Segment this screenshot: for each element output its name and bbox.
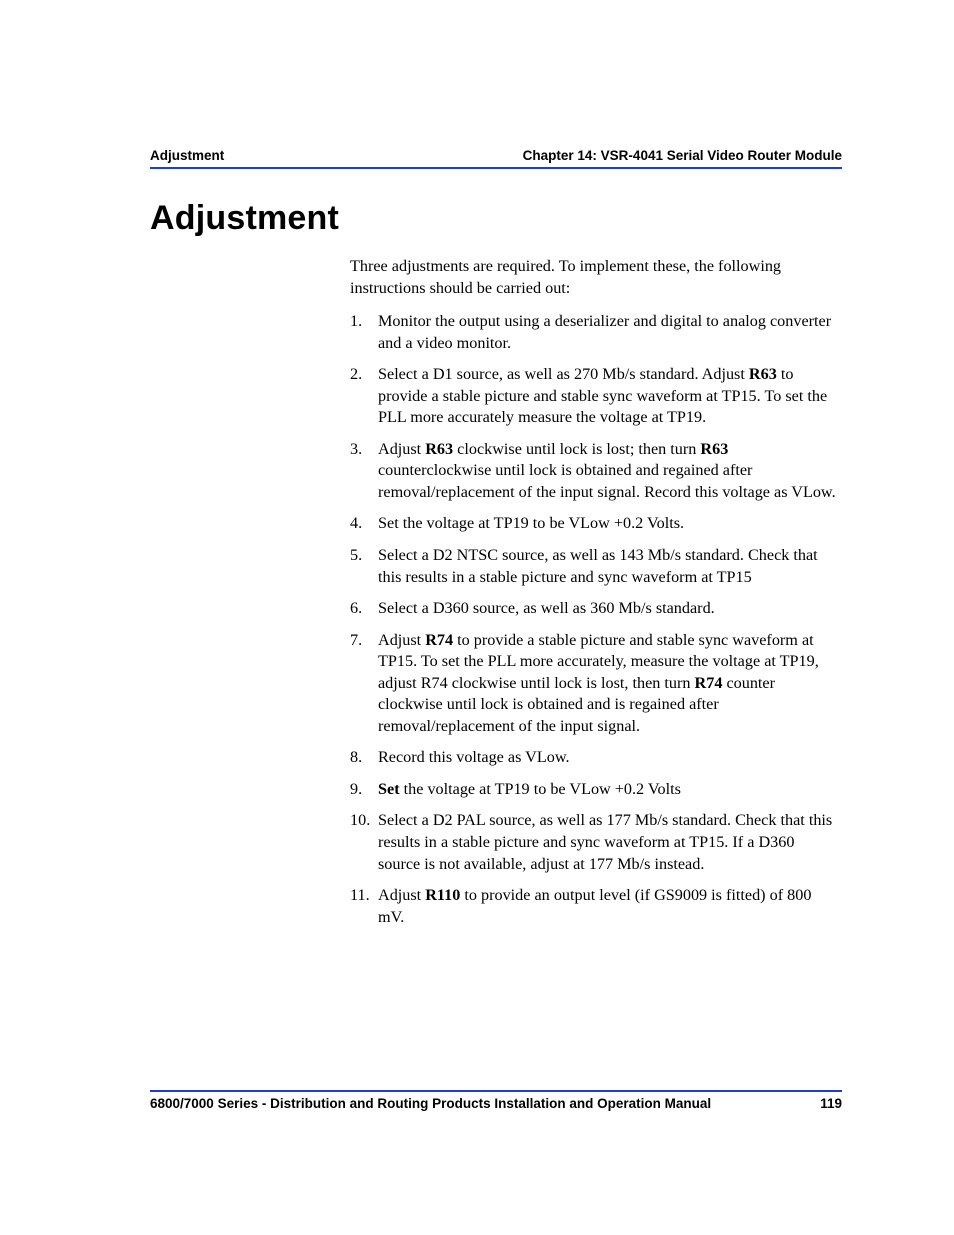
step-2: Select a D1 source, as well as 270 Mb/s … [350, 364, 840, 429]
step-7-part-4: R74 [695, 674, 723, 692]
step-10: Select a D2 PAL source, as well as 177 M… [350, 810, 840, 875]
running-header-right: Chapter 14: VSR-4041 Serial Video Router… [523, 148, 842, 163]
step-9-part-2: the voltage at TP19 to be VLow +0.2 Volt… [400, 780, 681, 798]
step-2-part-1: Select a D1 source, as well as 270 Mb/s … [378, 365, 749, 383]
step-7-part-1: Adjust [378, 631, 425, 649]
step-8-part-1: Record this voltage as VLow. [378, 748, 570, 766]
running-footer: 6800/7000 Series - Distribution and Rout… [150, 1090, 842, 1111]
section-title: Adjustment [150, 199, 842, 238]
step-7: Adjust R74 to provide a stable picture a… [350, 630, 840, 738]
step-4: Set the voltage at TP19 to be VLow +0.2 … [350, 513, 840, 535]
step-3-part-4: R63 [700, 440, 728, 458]
step-1-part-1: Monitor the output using a deserializer … [378, 312, 831, 352]
page: Adjustment Chapter 14: VSR-4041 Serial V… [0, 0, 954, 1235]
step-4-part-1: Set the voltage at TP19 to be VLow +0.2 … [378, 514, 684, 532]
step-8: Record this voltage as VLow. [350, 747, 840, 769]
step-11-part-1: Adjust [378, 886, 425, 904]
step-3-part-1: Adjust [378, 440, 425, 458]
step-7-part-2: R74 [425, 631, 453, 649]
body-column: Three adjustments are required. To imple… [350, 256, 840, 928]
step-3-part-2: R63 [425, 440, 453, 458]
footer-page-number: 119 [820, 1096, 842, 1111]
step-6: Select a D360 source, as well as 360 Mb/… [350, 598, 840, 620]
step-10-part-1: Select a D2 PAL source, as well as 177 M… [378, 811, 832, 872]
step-1: Monitor the output using a deserializer … [350, 311, 840, 354]
step-6-part-1: Select a D360 source, as well as 360 Mb/… [378, 599, 715, 617]
step-9-part-1: Set [378, 780, 400, 798]
step-11: Adjust R110 to provide an output level (… [350, 885, 840, 928]
step-9: Set the voltage at TP19 to be VLow +0.2 … [350, 779, 840, 801]
step-11-part-2: R110 [425, 886, 460, 904]
step-5: Select a D2 NTSC source, as well as 143 … [350, 545, 840, 588]
step-3: Adjust R63 clockwise until lock is lost;… [350, 439, 840, 504]
running-header: Adjustment Chapter 14: VSR-4041 Serial V… [150, 148, 842, 169]
intro-paragraph: Three adjustments are required. To imple… [350, 256, 840, 299]
footer-left: 6800/7000 Series - Distribution and Rout… [150, 1096, 711, 1111]
step-5-part-1: Select a D2 NTSC source, as well as 143 … [378, 546, 818, 586]
step-2-part-2: R63 [749, 365, 777, 383]
steps-list: Monitor the output using a deserializer … [350, 311, 840, 928]
running-header-left: Adjustment [150, 148, 224, 163]
step-3-part-5: counterclockwise until lock is obtained … [378, 461, 836, 501]
step-3-part-3: clockwise until lock is lost; then turn [453, 440, 700, 458]
